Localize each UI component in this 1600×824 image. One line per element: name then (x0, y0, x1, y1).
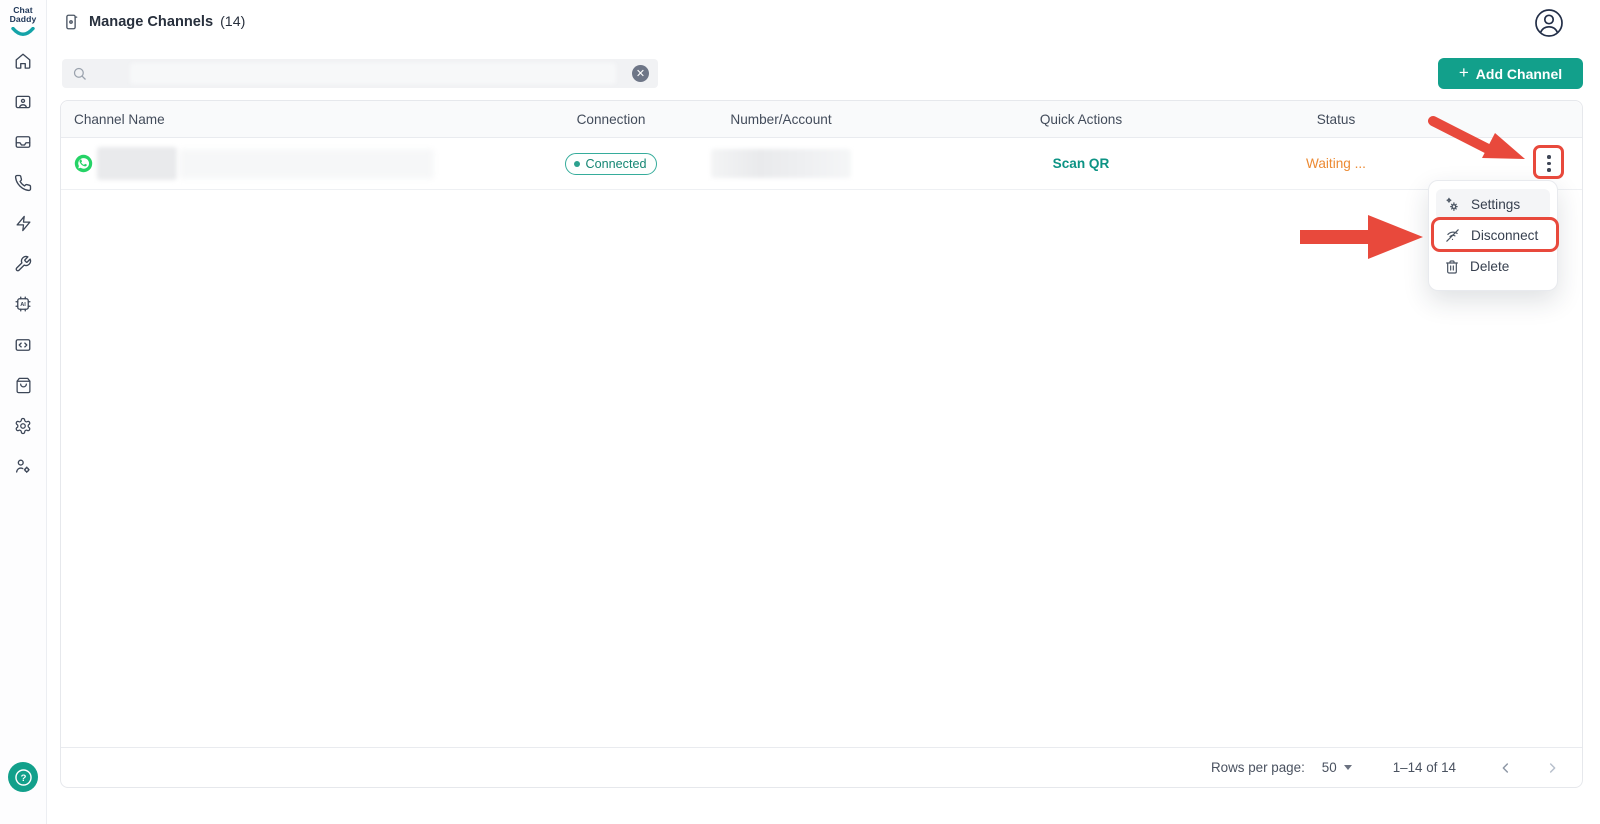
lightning-icon (15, 215, 32, 237)
column-header-channel-name: Channel Name (61, 112, 541, 127)
code-icon (14, 336, 32, 359)
page-title: Manage Channels (89, 14, 213, 30)
search-icon (72, 66, 87, 81)
sidebar-item-shop[interactable] (14, 379, 32, 397)
previous-page-button[interactable] (1494, 758, 1518, 778)
channel-name-redacted (97, 147, 177, 180)
kebab-dot (1547, 168, 1551, 172)
tools-icon (14, 255, 32, 278)
table-row: Connected Scan QR Waiting ... (61, 138, 1582, 190)
menu-item-label: Delete (1470, 259, 1509, 274)
column-header-number-account: Number/Account (681, 112, 881, 127)
logo-text-line2: Daddy (0, 15, 46, 24)
avatar-icon (1534, 8, 1564, 38)
kebab-dot (1547, 155, 1551, 159)
gears-icon (1444, 196, 1461, 213)
gear-icon (14, 417, 32, 440)
menu-item-disconnect[interactable]: Disconnect (1436, 220, 1550, 251)
search-bar: ✕ (62, 59, 658, 88)
search-clear-button[interactable]: ✕ (632, 65, 649, 82)
table-footer: Rows per page: 50 1–14 of 14 (61, 747, 1582, 787)
signal-slash-icon (1444, 227, 1461, 244)
scan-qr-link[interactable]: Scan QR (1053, 156, 1110, 171)
sidebar-item-settings[interactable] (14, 419, 32, 437)
chevron-down-icon (1344, 765, 1352, 770)
add-channel-button[interactable]: + Add Channel (1438, 58, 1583, 89)
sidebar-item-integrations[interactable] (14, 338, 32, 356)
pagination-range: 1–14 of 14 (1393, 760, 1456, 775)
svg-text:?: ? (20, 772, 26, 783)
close-icon: ✕ (636, 67, 645, 80)
rows-per-page-value: 50 (1322, 760, 1337, 775)
kebab-dot (1547, 162, 1551, 166)
chevron-right-icon (1544, 760, 1560, 776)
question-circle-icon: ? (14, 768, 33, 787)
shopping-bag-icon (15, 377, 32, 399)
sidebar-item-tools[interactable] (14, 257, 32, 275)
contacts-icon (14, 93, 32, 116)
ai-chip-icon: AI (14, 295, 32, 318)
number-account-redacted (711, 149, 851, 178)
trash-icon (1444, 259, 1460, 275)
channels-table: Channel Name Connection Number/Account Q… (60, 100, 1583, 788)
menu-item-settings[interactable]: Settings (1436, 189, 1550, 220)
chatdaddy-logo[interactable]: Chat Daddy (0, 0, 46, 42)
table-header-row: Channel Name Connection Number/Account Q… (61, 101, 1582, 138)
whatsapp-icon (74, 154, 93, 173)
sidebar-item-home[interactable] (14, 55, 32, 73)
sidebar-nav: AI (0, 42, 46, 478)
column-header-quick-actions: Quick Actions (881, 112, 1281, 127)
menu-item-delete[interactable]: Delete (1436, 251, 1550, 282)
rows-per-page-label: Rows per page: (1211, 760, 1305, 775)
page-title-count: (14) (220, 14, 245, 30)
help-button[interactable]: ? (8, 762, 38, 792)
sidebar-item-calls[interactable] (14, 176, 32, 194)
connected-dot-icon (574, 161, 580, 167)
user-settings-icon (14, 457, 32, 480)
user-avatar-button[interactable] (1534, 8, 1564, 38)
plus-icon: + (1459, 63, 1469, 83)
row-status-text: Waiting ... (1306, 156, 1366, 171)
sidebar-item-inbox[interactable] (14, 136, 32, 154)
add-channel-label: Add Channel (1476, 66, 1562, 82)
channels-device-icon (62, 13, 80, 31)
topbar: Manage Channels (14) (47, 0, 1600, 44)
sidebar-item-team[interactable] (14, 460, 32, 478)
next-page-button[interactable] (1540, 758, 1564, 778)
column-header-connection: Connection (541, 112, 681, 127)
menu-item-label: Disconnect (1471, 228, 1538, 243)
inbox-icon (14, 133, 32, 156)
phone-icon (14, 174, 32, 197)
rows-per-page-select[interactable]: 50 (1322, 760, 1352, 775)
chevron-left-icon (1498, 760, 1514, 776)
row-actions-kebab-button[interactable] (1535, 149, 1563, 179)
sidebar-item-automation[interactable] (14, 217, 32, 235)
channel-name-redacted-2 (179, 149, 434, 179)
menu-item-label: Settings (1471, 197, 1520, 212)
connection-status-badge: Connected (565, 153, 658, 175)
home-icon (14, 52, 32, 75)
sidebar-item-ai[interactable]: AI (14, 298, 32, 316)
sidebar: Chat Daddy AI (0, 0, 47, 824)
search-input[interactable] (87, 59, 632, 88)
logo-smile-arc (10, 27, 36, 38)
svg-text:AI: AI (20, 302, 26, 308)
connection-badge-label: Connected (586, 157, 647, 171)
sidebar-item-contacts[interactable] (14, 95, 32, 113)
row-actions-menu: Settings Disconnect Delete (1428, 180, 1558, 291)
column-header-status: Status (1281, 112, 1391, 127)
